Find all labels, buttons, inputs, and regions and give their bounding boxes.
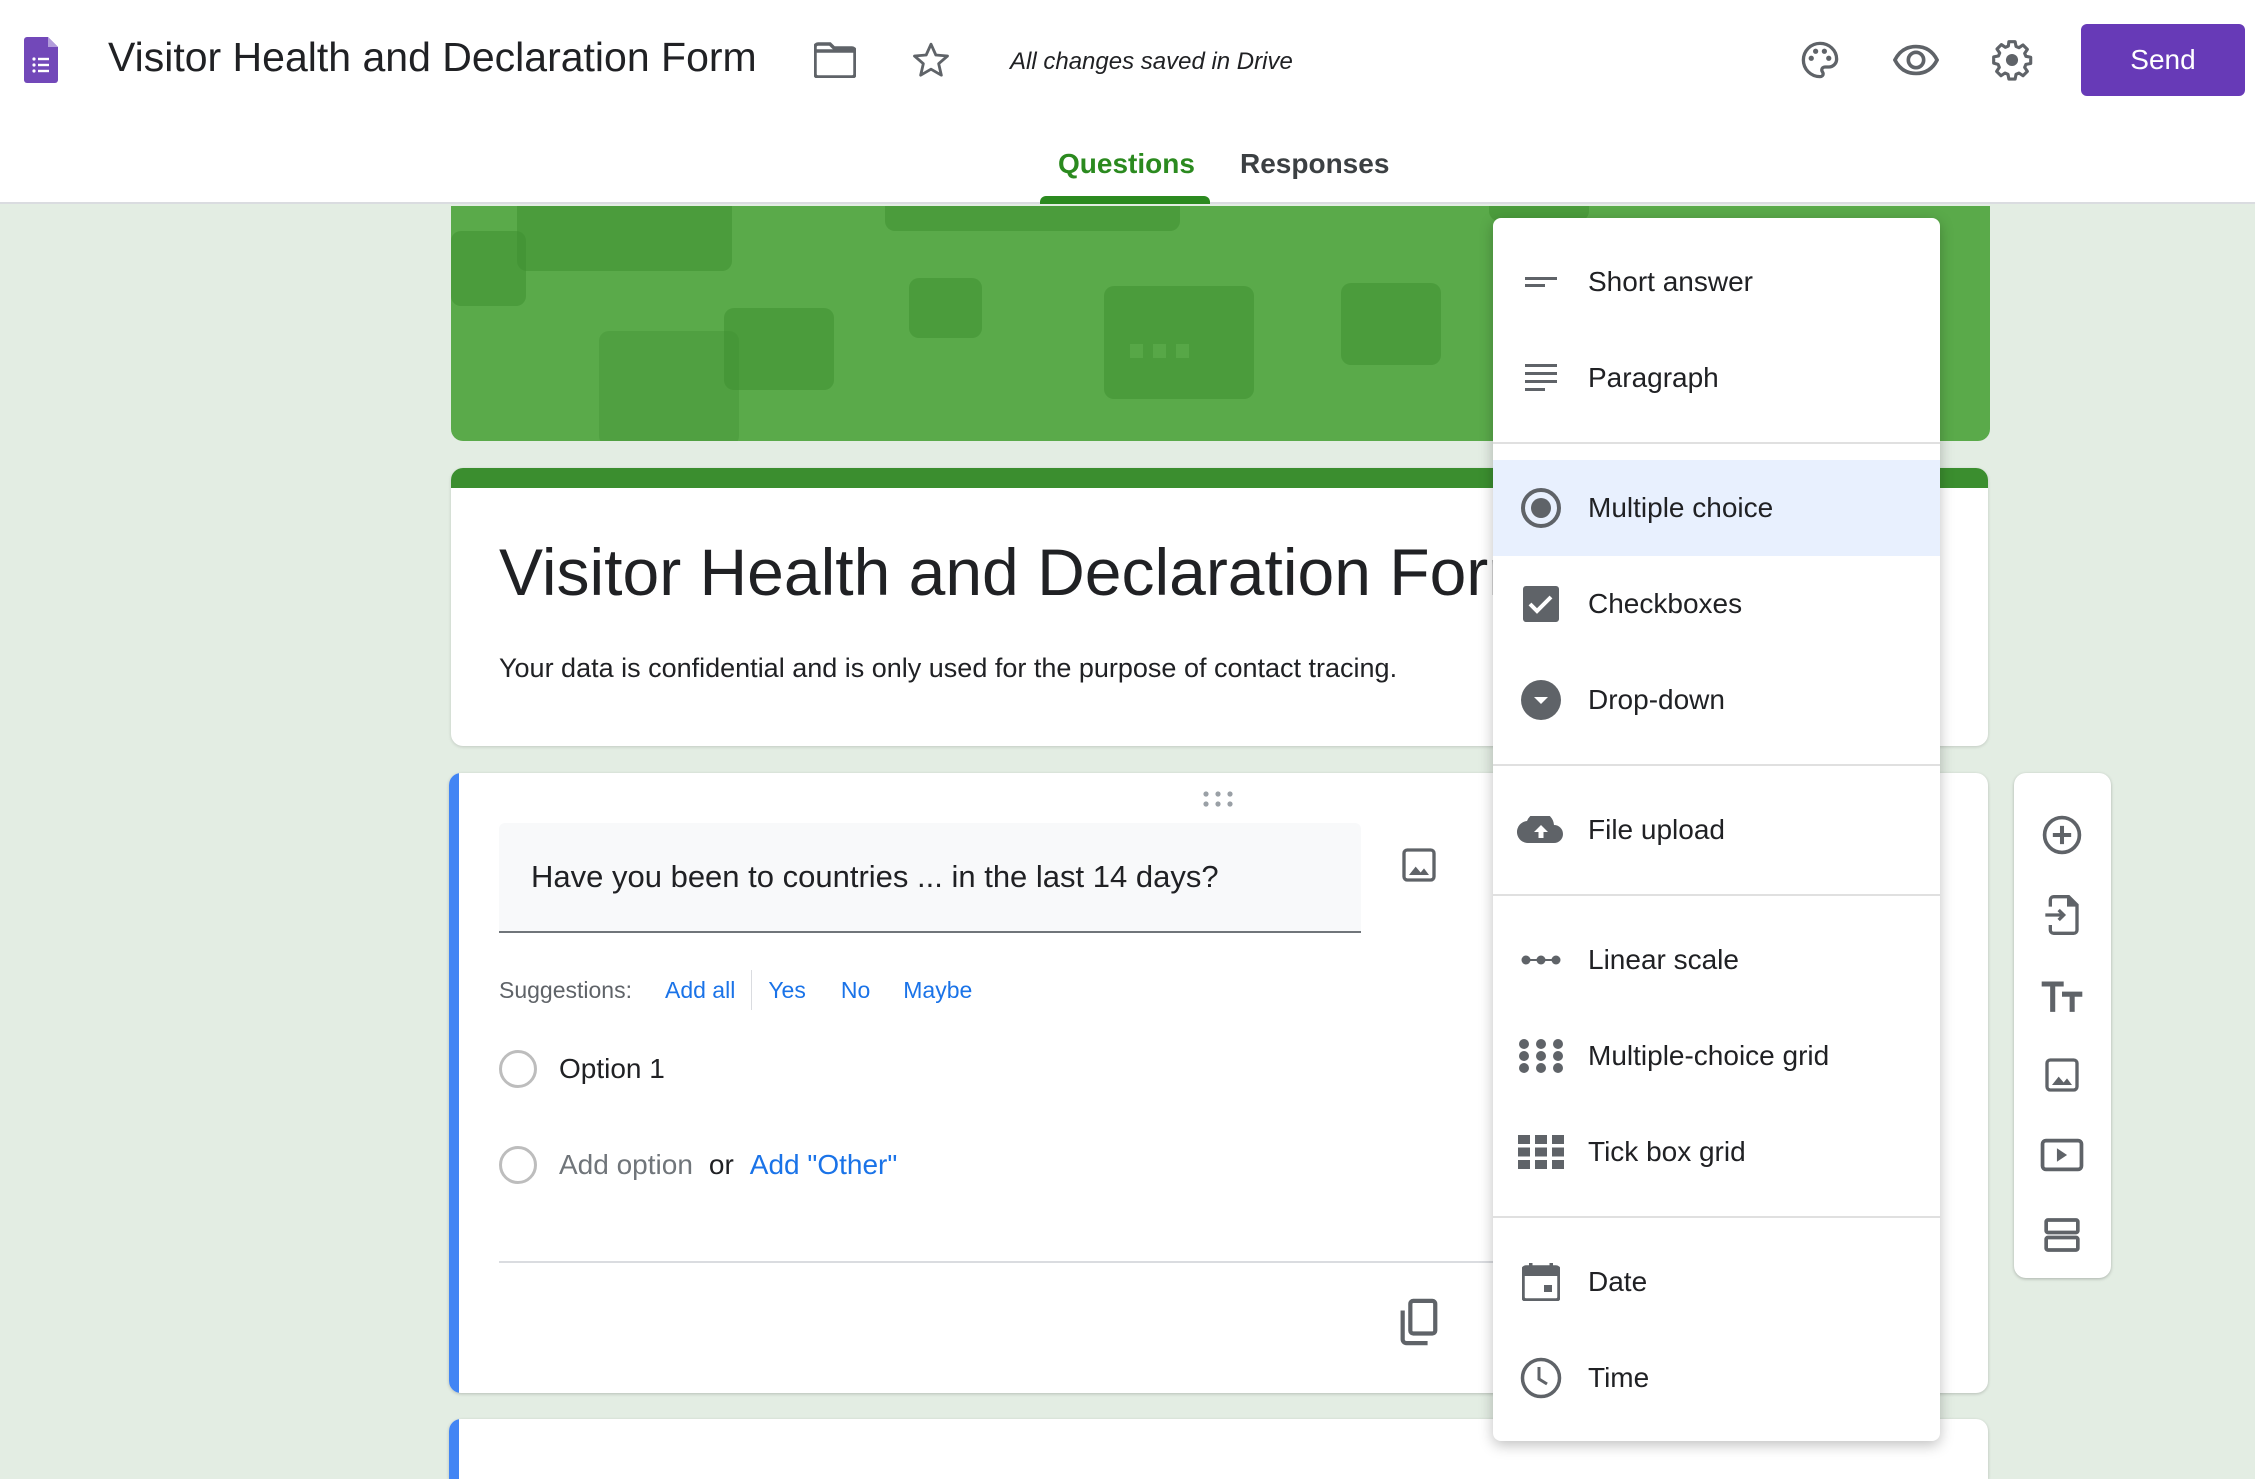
question-title-input[interactable]: Have you been to countries ... in the la… — [499, 823, 1361, 933]
add-image-icon[interactable] — [1399, 845, 1443, 889]
menu-divider — [1493, 442, 1940, 444]
suggestion-yes[interactable]: Yes — [768, 977, 806, 1004]
add-other-button[interactable]: Add "Other" — [750, 1149, 898, 1181]
checkbox-icon — [1517, 580, 1565, 628]
suggestions-row: Suggestions: Add all Yes No Maybe — [499, 970, 972, 1010]
menu-item-label: Tick box grid — [1588, 1136, 1746, 1167]
or-text: or — [708, 1149, 734, 1180]
menu-item-label: Checkboxes — [1588, 588, 1743, 619]
menu-item-tick-box-grid[interactable]: Tick box grid — [1493, 1104, 1940, 1200]
floating-toolbar — [2014, 773, 2111, 1278]
folder-icon[interactable] — [809, 34, 861, 86]
tab-questions[interactable]: Questions — [1058, 148, 1195, 180]
active-tab-indicator — [1040, 196, 1210, 204]
menu-item-label: Multiple choice — [1588, 492, 1774, 523]
suggestion-separator — [751, 970, 753, 1010]
menu-item-paragraph[interactable]: Paragraph — [1493, 330, 1940, 426]
menu-item-multiple-choice-grid[interactable]: Multiple-choice grid — [1493, 1008, 1940, 1104]
menu-item-short-answer[interactable]: Short answer — [1493, 234, 1940, 330]
menu-item-label: Drop-down — [1588, 684, 1725, 715]
form-description[interactable]: Your data is confidential and is only us… — [499, 653, 1397, 684]
add-question-icon[interactable] — [2036, 809, 2088, 861]
add-video-icon[interactable] — [2036, 1129, 2088, 1181]
menu-item-label: Short answer — [1588, 266, 1753, 297]
palette-icon[interactable] — [1794, 34, 1846, 86]
menu-item-label: Date — [1588, 1266, 1648, 1297]
clock-icon — [1517, 1354, 1565, 1402]
menu-item-label: Linear scale — [1588, 944, 1739, 975]
top-app-bar: Visitor Health and Declaration Form All … — [0, 0, 2255, 204]
suggestion-no[interactable]: No — [841, 977, 870, 1004]
square-grid-icon — [1517, 1128, 1565, 1176]
suggestion-maybe[interactable]: Maybe — [903, 977, 972, 1004]
add-option-row: Add option or Add "Other" — [499, 1146, 897, 1184]
drag-handle-icon[interactable] — [1201, 789, 1235, 809]
option-row: Option 1 — [499, 1050, 665, 1088]
linear-scale-icon — [1517, 936, 1565, 984]
menu-item-time[interactable]: Time — [1493, 1330, 1940, 1426]
short-answer-icon — [1517, 258, 1565, 306]
menu-item-multiple-choice[interactable]: Multiple choice — [1493, 460, 1940, 556]
menu-divider — [1493, 894, 1940, 896]
question-title-text: Have you been to countries ... in the la… — [531, 859, 1219, 894]
save-status: All changes saved in Drive — [1010, 48, 1293, 75]
add-image-icon[interactable] — [2036, 1049, 2088, 1101]
menu-item-checkboxes[interactable]: Checkboxes — [1493, 556, 1940, 652]
menu-item-label: Paragraph — [1588, 362, 1719, 393]
active-card-indicator — [449, 773, 459, 1393]
add-title-icon[interactable] — [2036, 969, 2088, 1021]
menu-divider — [1493, 1216, 1940, 1218]
suggestions-label: Suggestions: — [499, 976, 632, 1003]
paragraph-icon — [1517, 354, 1565, 402]
cloud-upload-icon — [1517, 806, 1565, 854]
forms-logo-icon[interactable] — [24, 37, 58, 83]
send-button[interactable]: Send — [2081, 24, 2245, 96]
duplicate-icon[interactable] — [1395, 1297, 1445, 1347]
question-type-menu: Short answer Paragraph Multiple choice C… — [1493, 218, 1940, 1441]
form-title[interactable]: Visitor Health and Declaration Form — [499, 534, 1543, 610]
radio-icon — [499, 1146, 537, 1184]
menu-item-label: Time — [1588, 1362, 1650, 1393]
dot-grid-icon — [1517, 1032, 1565, 1080]
suggestion-add-all[interactable]: Add all — [665, 977, 735, 1004]
radio-button-icon — [1517, 484, 1565, 532]
menu-item-drop-down[interactable]: Drop-down — [1493, 652, 1940, 748]
dropdown-icon — [1517, 676, 1565, 724]
add-option-button[interactable]: Add option — [559, 1149, 693, 1181]
settings-gear-icon[interactable] — [1986, 34, 2038, 86]
menu-item-file-upload[interactable]: File upload — [1493, 782, 1940, 878]
add-section-icon[interactable] — [2036, 1209, 2088, 1261]
document-title[interactable]: Visitor Health and Declaration Form — [108, 34, 757, 81]
menu-item-linear-scale[interactable]: Linear scale — [1493, 912, 1940, 1008]
tab-responses[interactable]: Responses — [1240, 148, 1389, 180]
card-indicator — [449, 1419, 459, 1479]
menu-item-label: Multiple-choice grid — [1588, 1040, 1830, 1071]
import-questions-icon[interactable] — [2036, 889, 2088, 941]
menu-item-date[interactable]: Date — [1493, 1234, 1940, 1330]
option-text[interactable]: Option 1 — [559, 1053, 665, 1085]
radio-icon — [499, 1050, 537, 1088]
calendar-icon — [1517, 1258, 1565, 1306]
menu-divider — [1493, 764, 1940, 766]
star-icon[interactable] — [905, 34, 957, 86]
preview-eye-icon[interactable] — [1890, 34, 1942, 86]
menu-item-label: File upload — [1588, 814, 1725, 845]
